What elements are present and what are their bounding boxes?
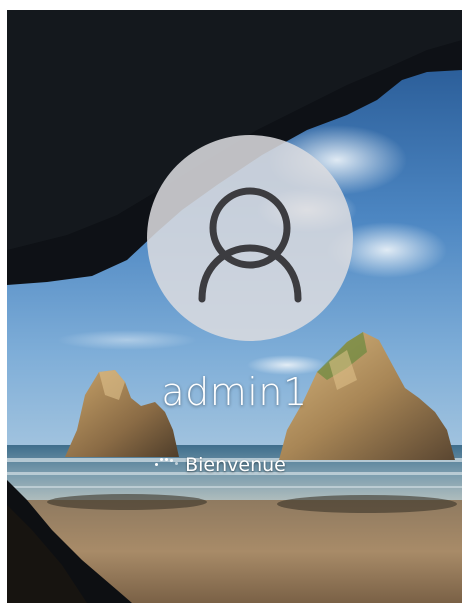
loading-spinner-icon: [153, 455, 179, 475]
status-row: Bienvenue: [7, 454, 462, 476]
user-avatar: [147, 135, 353, 341]
login-screen: admin1 Bienvenue: [7, 10, 462, 603]
username: admin1: [161, 370, 308, 414]
user-silhouette-icon: [198, 187, 302, 303]
status-text: Bienvenue: [185, 454, 286, 476]
